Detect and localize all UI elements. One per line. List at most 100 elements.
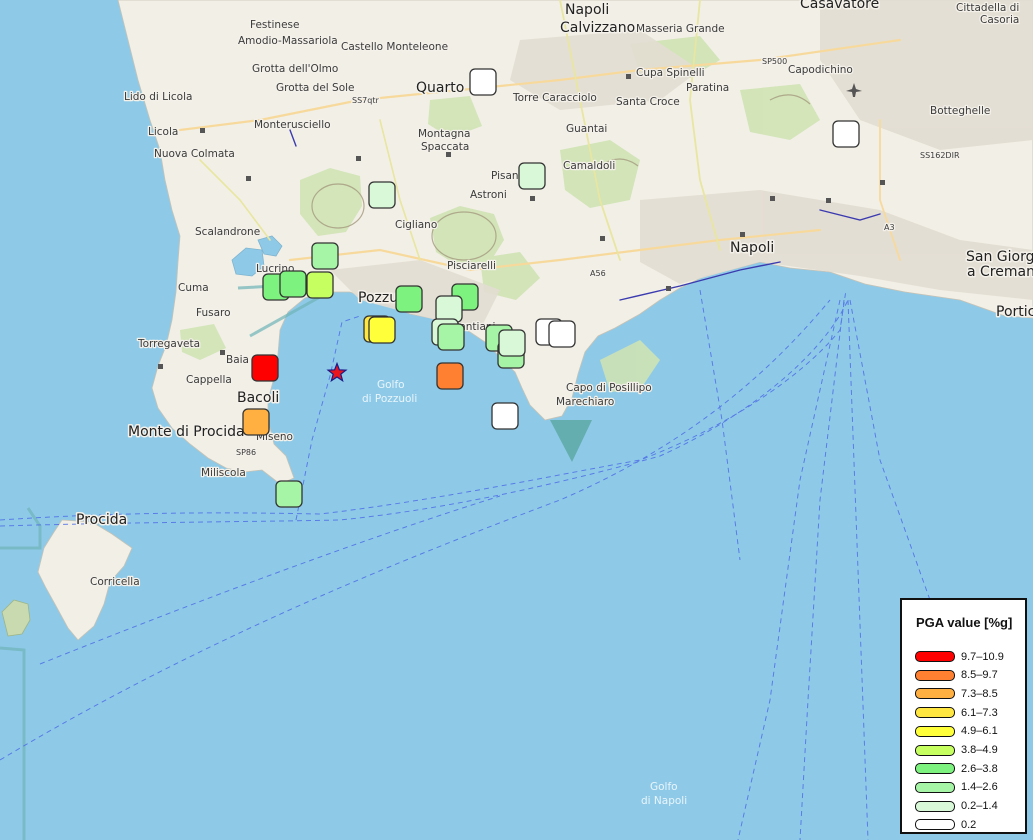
label-pisciarelli: Pisciarelli (447, 260, 496, 272)
label-road-5: SS162DIR (920, 151, 960, 160)
legend-item: 1.4–2.6 (915, 781, 998, 794)
label-baia: Baia (226, 354, 249, 366)
station-marker[interactable] (251, 354, 279, 382)
label-cappella: Cappella (186, 374, 232, 386)
legend-swatch (915, 763, 955, 775)
legend-item: 0.2–1.4 (915, 800, 998, 813)
station-marker[interactable] (368, 316, 396, 344)
label-bacoli: Bacoli (237, 390, 279, 406)
label-marechiaro: Marechiaro (556, 396, 614, 408)
station-marker[interactable] (275, 480, 303, 508)
label-procida: Procida (76, 512, 127, 528)
station-marker[interactable] (436, 362, 464, 390)
station-marker[interactable] (311, 242, 339, 270)
legend-label: 6.1–7.3 (961, 706, 998, 719)
label-cuma: Cuma (178, 282, 209, 294)
label-cittadella: Cittadella di (956, 2, 1019, 14)
pga-legend: PGA value [%g] 9.7–10.9 8.5–9.7 7.3–8.5 6.1… (900, 598, 1027, 834)
legend-swatch (915, 725, 955, 737)
label-golfo-pozzuoli-2: di Pozzuoli (362, 393, 417, 405)
label-casoria: Casoria (980, 14, 1019, 26)
label-pisani: Pisani (491, 170, 522, 182)
label-lido: Lido di Licola (124, 91, 192, 103)
label-monte-procida: Monte di Procida (128, 424, 245, 440)
legend-swatch (915, 744, 955, 756)
label-corricella: Corricella (90, 576, 140, 588)
label-san-giorgio-1: San Giorgio (966, 249, 1033, 265)
label-san-giorgio-2: a Cremano (967, 264, 1033, 280)
label-santa-croce: Santa Croce (616, 96, 680, 108)
station-marker[interactable] (279, 270, 307, 298)
legend-label: 2.6–3.8 (961, 762, 998, 775)
station-marker[interactable] (498, 329, 526, 357)
label-monterusciello: Monterusciello (254, 119, 331, 131)
legend-label: 0.2 (961, 818, 977, 831)
label-torre: Torre Caracciolo (512, 92, 597, 104)
station-marker[interactable] (548, 320, 576, 348)
label-road-3: SS7qtr (352, 96, 379, 105)
label-road-2: A56 (590, 269, 606, 278)
station-marker[interactable] (242, 408, 270, 436)
legend-item: 3.8–4.9 (915, 744, 998, 757)
legend-swatch (915, 651, 955, 662)
label-road-1: SP86 (236, 448, 256, 457)
label-guantai: Guantai (566, 123, 607, 135)
label-spaccata: Spaccata (421, 141, 469, 153)
label-scalandrone: Scalandrone (195, 226, 260, 238)
legend-label: 3.8–4.9 (961, 744, 998, 756)
label-amodio: Amodio-Massariola (238, 35, 338, 47)
station-marker[interactable] (437, 323, 465, 351)
legend-swatch (915, 707, 955, 719)
label-calvizzano: Calvizzano (560, 20, 635, 36)
label-golfo-pozzuoli-1: Golfo (377, 379, 405, 391)
label-casavatore: Casavatore (800, 0, 879, 12)
legend-swatch (915, 781, 955, 793)
label-torregaveta: Torregaveta (137, 338, 200, 350)
label-cigliano: Cigliano (395, 219, 437, 231)
label-napoli-n: Napoli (565, 2, 609, 18)
label-miliscola: Miliscola (201, 467, 246, 479)
station-marker[interactable] (395, 285, 423, 313)
label-camaldoli: Camaldoli (563, 160, 615, 172)
station-marker[interactable] (469, 68, 497, 96)
label-golfo-napoli-2: di Napoli (641, 795, 687, 807)
legend-label: 8.5–9.7 (961, 669, 998, 682)
label-grotta-olmo: Grotta dell'Olmo (252, 63, 338, 75)
label-masseria: Masseria Grande (636, 23, 725, 35)
label-golfo-napoli-1: Golfo (650, 781, 678, 793)
station-marker[interactable] (368, 181, 396, 209)
label-astroni: Astroni (470, 189, 507, 201)
label-portici: Portic (996, 304, 1033, 320)
label-road-6: A3 (884, 223, 895, 232)
station-marker[interactable] (518, 162, 546, 190)
label-grotta-sole: Grotta del Sole (276, 82, 355, 94)
legend-label: 1.4–2.6 (961, 781, 998, 794)
legend-label: 9.7–10.9 (961, 650, 1004, 663)
map-canvas[interactable]: Napoli Pozzuoli Quarto Napoli Calvizzano… (0, 0, 1033, 840)
station-marker[interactable] (306, 271, 334, 299)
label-capodichino: Capodichino (788, 64, 853, 76)
label-botteghelle: Botteghelle (930, 105, 990, 117)
label-quarto: Quarto (416, 80, 464, 96)
station-marker[interactable] (491, 402, 519, 430)
label-licola: Licola (148, 126, 178, 138)
station-marker[interactable] (832, 120, 860, 148)
label-castello: Castello Monteleone (341, 41, 448, 53)
label-road-4: SP500 (762, 57, 787, 66)
label-capo-posillipo: Capo di Posillipo (566, 382, 652, 394)
legend-item: 0.2 (915, 818, 976, 831)
label-cupa: Cupa Spinelli (636, 67, 705, 79)
label-fusaro: Fusaro (196, 307, 231, 319)
label-napoli: Napoli (730, 240, 774, 256)
legend-item: 7.3–8.5 (915, 687, 998, 700)
legend-swatch (915, 688, 955, 700)
label-montagna: Montagna (418, 128, 470, 140)
legend-label: 0.2–1.4 (961, 800, 998, 813)
legend-label: 4.9–6.1 (961, 725, 998, 738)
label-nuova-colmata: Nuova Colmata (154, 148, 235, 160)
legend-item: 6.1–7.3 (915, 706, 998, 719)
station-marker[interactable] (435, 295, 463, 323)
legend-item: 8.5–9.7 (915, 669, 998, 682)
legend-swatch (915, 669, 955, 681)
legend-label: 7.3–8.5 (961, 687, 998, 700)
